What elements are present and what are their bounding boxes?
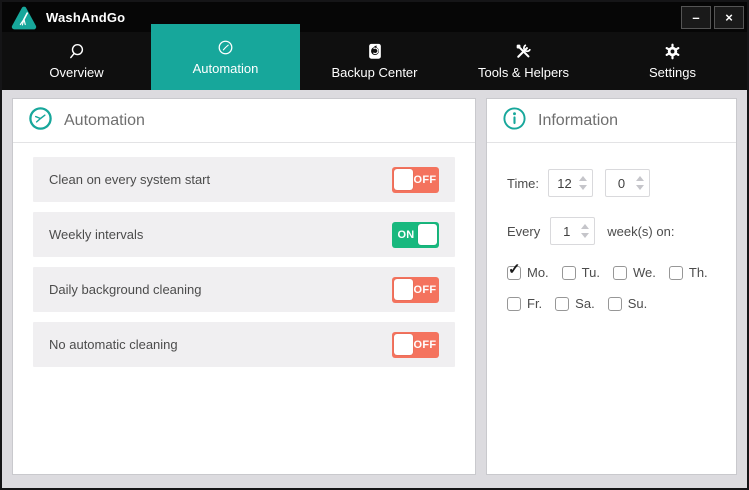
spin-down-icon[interactable] bbox=[581, 233, 590, 238]
information-panel-title: Information bbox=[538, 111, 619, 129]
close-button[interactable]: × bbox=[714, 6, 744, 29]
row-label: Weekly intervals bbox=[49, 227, 144, 242]
checkbox[interactable] bbox=[668, 265, 683, 280]
automation-panel-header: Automation bbox=[13, 99, 475, 143]
automation-panel-title: Automation bbox=[64, 111, 145, 129]
tab-overview-label: Overview bbox=[49, 64, 104, 80]
hour-spinner[interactable]: 12 bbox=[548, 169, 594, 197]
interval-spinner[interactable]: 1 bbox=[550, 217, 596, 245]
day-checkbox-mo[interactable]: ✓ Mo. bbox=[507, 262, 549, 280]
toggle-weekly-intervals[interactable]: ON bbox=[392, 221, 439, 248]
checkbox[interactable]: ✓ bbox=[507, 262, 521, 280]
gear-icon bbox=[664, 43, 681, 61]
toggle-knob bbox=[394, 279, 413, 300]
tab-tools-helpers-label: Tools & Helpers bbox=[477, 64, 570, 80]
every-label: Every bbox=[507, 223, 541, 239]
toggle-state: OFF bbox=[413, 338, 437, 351]
tools-icon bbox=[514, 43, 533, 61]
time-label: Time: bbox=[507, 175, 540, 191]
toggle-no-automatic[interactable]: OFF bbox=[392, 331, 439, 358]
search-icon bbox=[67, 43, 86, 61]
day-label: We. bbox=[632, 265, 656, 280]
toggle-clean-on-start[interactable]: OFF bbox=[392, 166, 439, 193]
information-panel-header: Information bbox=[487, 99, 736, 143]
app-logo-icon bbox=[10, 5, 37, 32]
day-label: Su. bbox=[627, 296, 648, 311]
day-label: Mo. bbox=[527, 265, 549, 280]
spin-up-icon[interactable] bbox=[636, 176, 645, 181]
clock-icon bbox=[217, 39, 234, 57]
row-label: Clean on every system start bbox=[49, 172, 211, 187]
tab-automation-label: Automation bbox=[192, 60, 259, 76]
spin-up-icon[interactable] bbox=[579, 176, 588, 181]
time-row: Time: 12 0 bbox=[507, 169, 716, 197]
minimize-button[interactable]: – bbox=[681, 6, 711, 29]
interval-row: Every 1 week(s) on: bbox=[507, 217, 716, 245]
spin-down-icon[interactable] bbox=[636, 185, 645, 190]
tab-bar: Overview Automation Backup Center Tools … bbox=[2, 24, 747, 90]
titlebar: WashAndGo – × bbox=[2, 2, 747, 32]
day-row-1: ✓ Mo. Tu. We. Th. bbox=[507, 262, 716, 280]
checkbox[interactable] bbox=[607, 296, 622, 311]
minute-spinner-arrows[interactable] bbox=[636, 170, 645, 196]
tab-backup-center-label: Backup Center bbox=[331, 64, 418, 80]
clock-icon bbox=[28, 106, 53, 136]
information-panel: Information Time: 12 0 Every 1 week(s) o… bbox=[486, 98, 737, 475]
day-row-2: Fr. Sa. Su. bbox=[507, 296, 716, 311]
minute-spinner[interactable]: 0 bbox=[605, 169, 651, 197]
day-label: Fr. bbox=[527, 296, 543, 311]
checkbox[interactable] bbox=[561, 265, 576, 280]
day-checkbox-we[interactable]: We. bbox=[612, 265, 656, 280]
row-label: Daily background cleaning bbox=[49, 282, 202, 297]
day-label: Sa. bbox=[575, 296, 595, 311]
day-checkbox-th[interactable]: Th. bbox=[668, 265, 708, 280]
day-checkbox-su[interactable]: Su. bbox=[607, 296, 648, 311]
automation-panel: Automation Clean on every system start O… bbox=[12, 98, 476, 475]
day-checkbox-sa[interactable]: Sa. bbox=[555, 296, 595, 311]
automation-row-no-automatic: No automatic cleaning OFF bbox=[33, 322, 455, 367]
backup-icon bbox=[366, 43, 384, 61]
interval-suffix: week(s) on: bbox=[607, 223, 675, 239]
toggle-knob bbox=[394, 334, 413, 355]
toggle-knob bbox=[394, 169, 413, 190]
window-controls: – × bbox=[681, 6, 744, 29]
day-label: Tu. bbox=[581, 265, 600, 280]
interval-spinner-arrows[interactable] bbox=[581, 218, 590, 244]
tab-settings-label: Settings bbox=[649, 64, 696, 80]
toggle-state: ON bbox=[397, 228, 415, 241]
checkbox[interactable] bbox=[612, 265, 627, 280]
spin-down-icon[interactable] bbox=[579, 185, 588, 190]
tab-automation[interactable]: Automation bbox=[151, 24, 300, 90]
tab-backup-center[interactable]: Backup Center bbox=[300, 32, 449, 90]
automation-row-clean-on-start: Clean on every system start OFF bbox=[33, 157, 455, 202]
toggle-state: OFF bbox=[413, 283, 437, 296]
spin-up-icon[interactable] bbox=[581, 224, 590, 229]
window-title: WashAndGo bbox=[46, 9, 126, 25]
toggle-state: OFF bbox=[413, 173, 437, 186]
toggle-knob bbox=[418, 224, 437, 245]
automation-rows: Clean on every system start OFF Weekly i… bbox=[13, 143, 475, 391]
tab-tools-helpers[interactable]: Tools & Helpers bbox=[449, 32, 598, 90]
row-label: No automatic cleaning bbox=[49, 337, 178, 352]
day-checkbox-tu[interactable]: Tu. bbox=[561, 265, 600, 280]
automation-row-daily-background: Daily background cleaning OFF bbox=[33, 267, 455, 312]
automation-row-weekly-intervals: Weekly intervals ON bbox=[33, 212, 455, 257]
tab-overview[interactable]: Overview bbox=[2, 32, 151, 90]
day-label: Th. bbox=[688, 265, 708, 280]
content-area: Automation Clean on every system start O… bbox=[2, 90, 747, 475]
checkbox[interactable] bbox=[555, 296, 570, 311]
day-checkbox-fr[interactable]: Fr. bbox=[507, 296, 542, 311]
tab-settings[interactable]: Settings bbox=[598, 32, 747, 90]
checkbox[interactable] bbox=[507, 296, 521, 311]
app-window: WashAndGo – × Overview Automation Backup… bbox=[0, 0, 749, 490]
hour-spinner-arrows[interactable] bbox=[579, 170, 588, 196]
information-body: Time: 12 0 Every 1 week(s) on: ✓ Mo. Tu.… bbox=[487, 143, 736, 353]
info-icon bbox=[502, 106, 527, 136]
checkmark-icon: ✓ bbox=[508, 260, 521, 278]
toggle-daily-background[interactable]: OFF bbox=[392, 276, 439, 303]
